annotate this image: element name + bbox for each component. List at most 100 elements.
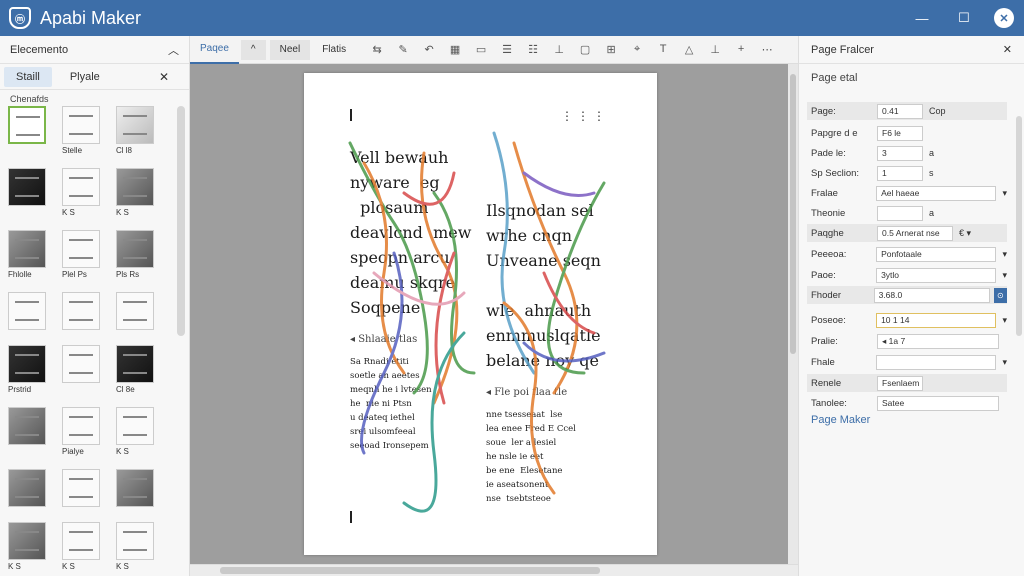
property-field[interactable]: Ael haeae — [876, 185, 997, 201]
toolbar-tool-icon[interactable]: ⊥ — [708, 43, 722, 56]
thumbnail-image — [62, 168, 100, 206]
element-thumbnail[interactable]: Stelle — [62, 106, 102, 160]
element-thumbnail[interactable] — [8, 469, 48, 514]
element-thumbnail[interactable]: K S — [62, 168, 102, 222]
close-icon[interactable]: ✕ — [159, 70, 169, 84]
thumbnail-image — [8, 407, 46, 445]
toolbar-tool-icon[interactable]: ↶ — [422, 43, 436, 56]
thumbnail-graphic — [123, 301, 147, 321]
document-page[interactable]: ⋮⋮⋮ Vell bewauh nyware eg plosaum deavlc… — [304, 73, 657, 555]
page-frame-scrollbar[interactable] — [1016, 116, 1022, 336]
close-icon[interactable]: ✕ — [994, 8, 1014, 28]
property-label: Theonie — [811, 207, 846, 219]
property-unit[interactable]: ▾ — [1002, 188, 1007, 199]
property-field[interactable]: 0.5 Arnerat nse — [877, 225, 953, 241]
property-field[interactable]: 3.68.0 — [873, 287, 990, 303]
document-canvas[interactable]: ⋮⋮⋮ Vell bewauh nyware eg plosaum deavlc… — [190, 64, 798, 564]
property-field[interactable]: Fsenlaem — [877, 375, 923, 391]
property-field[interactable]: 3 — [877, 145, 923, 161]
property-field[interactable]: ◂ 1a 7 — [877, 333, 999, 349]
toolbar-tool-icon[interactable]: ⇆ — [370, 43, 384, 56]
title-bar: ⓜ Apabi Maker — ☐ ✕ — [0, 0, 1024, 36]
tab-flatis[interactable]: Flatis — [312, 36, 356, 64]
elements-scrollbar[interactable] — [177, 106, 185, 336]
toolbar-tool-icon[interactable]: ⋯ — [760, 43, 774, 56]
property-field[interactable]: F6 le — [877, 125, 923, 141]
tab-page[interactable]: Paqee — [190, 36, 239, 64]
element-thumbnail[interactable]: Pialye — [62, 407, 102, 461]
toolbar-tool-icon[interactable]: △ — [682, 43, 696, 56]
element-thumbnail[interactable]: Cl l8 — [116, 106, 156, 160]
toolbar-tool-icon[interactable]: ⊞ — [604, 43, 618, 56]
element-thumbnail[interactable] — [8, 407, 48, 461]
property-unit[interactable]: ▾ — [1002, 249, 1007, 260]
property-label: Tanolee: — [811, 397, 847, 409]
property-field[interactable] — [876, 354, 997, 370]
toolbar-tool-icon[interactable]: ▭ — [474, 43, 488, 56]
property-field[interactable]: 1 — [877, 165, 923, 181]
canvas-vertical-scroll-thumb[interactable] — [790, 74, 796, 354]
element-thumbnail[interactable]: Prstrid — [8, 345, 48, 399]
thumbnail-image — [62, 522, 100, 560]
maximize-icon[interactable]: ☐ — [952, 6, 976, 30]
toolbar-tool-icon[interactable]: ☰ — [500, 43, 514, 56]
element-thumbnail[interactable]: Fhlolle — [8, 230, 48, 284]
toolbar-tool-icon[interactable]: ⌖ — [630, 43, 644, 56]
element-thumbnail[interactable] — [8, 168, 48, 222]
property-label: Pade le: — [811, 147, 846, 159]
tab-up[interactable]: ^ — [240, 39, 266, 60]
property-field[interactable]: 10 1 14 — [876, 312, 997, 328]
property-row: Paoe: 3ytlo ▾ — [807, 266, 1007, 284]
property-unit[interactable]: ▾ — [1002, 270, 1007, 281]
thumbnail-graphic — [123, 239, 147, 259]
element-thumbnail[interactable] — [8, 292, 48, 337]
thumbnail-caption: Prstrid — [8, 385, 32, 394]
property-field[interactable]: 0.41 — [877, 103, 923, 119]
property-unit[interactable]: ▾ — [1002, 357, 1007, 368]
element-thumbnail[interactable]: Pls Rs — [116, 230, 156, 284]
tab-plyale[interactable]: Plyale — [58, 67, 112, 87]
canvas-horizontal-scrollbar[interactable] — [190, 564, 798, 576]
chevron-up-icon[interactable]: ︿ — [168, 42, 179, 58]
canvas-horizontal-scroll-thumb[interactable] — [220, 567, 600, 574]
toolbar-tool-icon[interactable]: ▦ — [448, 43, 462, 56]
minimize-icon[interactable]: — — [910, 6, 934, 30]
element-thumbnail[interactable]: K S — [116, 522, 156, 576]
thumbnail-graphic — [69, 301, 93, 321]
tab-staill[interactable]: Staill — [4, 66, 52, 87]
element-thumbnail[interactable] — [62, 469, 102, 514]
toolbar-tool-icon[interactable]: ☷ — [526, 43, 540, 56]
property-field[interactable]: 3ytlo — [876, 267, 997, 283]
thumbnail-grid: Stelle Cl l8 K S K S Fhlolle Plel Ps Pls Rs Prs… — [8, 106, 168, 576]
element-thumbnail[interactable]: K S — [116, 168, 156, 222]
element-thumbnail[interactable] — [8, 106, 48, 160]
property-label: Papgre d e — [811, 127, 858, 139]
toolbar-tool-icon[interactable]: + — [734, 43, 748, 56]
tab-neel[interactable]: Neel — [269, 39, 311, 60]
element-thumbnail[interactable]: K S — [116, 407, 156, 461]
thumbnail-graphic — [123, 478, 147, 498]
page-maker-link[interactable]: Page Maker — [811, 414, 870, 426]
toolbar-tool-icon[interactable]: ✎ — [396, 43, 410, 56]
property-unit[interactable]: € ▾ — [959, 228, 971, 239]
close-icon[interactable]: ✕ — [1003, 43, 1012, 56]
element-thumbnail[interactable] — [116, 292, 156, 337]
element-thumbnail[interactable]: K S — [62, 522, 102, 576]
toolbar-tool-icon[interactable]: T — [656, 43, 670, 56]
element-thumbnail[interactable] — [116, 469, 156, 514]
element-thumbnail[interactable]: Cl 8e — [116, 345, 156, 399]
canvas-vertical-scrollbar[interactable] — [788, 64, 798, 564]
element-thumbnail[interactable] — [62, 345, 102, 399]
element-thumbnail[interactable]: Plel Ps — [62, 230, 102, 284]
element-thumbnail[interactable]: K S — [8, 522, 48, 576]
picker-button[interactable]: ⊙ — [993, 287, 1007, 303]
property-row: Pade le: 3 a — [807, 144, 1007, 162]
element-thumbnail[interactable] — [62, 292, 102, 337]
toolbar-tool-icon[interactable]: ⊥ — [552, 43, 566, 56]
property-unit[interactable]: ▾ — [1002, 315, 1007, 326]
property-row: Pralie: ◂ 1a 7 — [807, 332, 1007, 350]
property-field[interactable] — [877, 205, 923, 221]
property-field[interactable]: Ponfotaale — [876, 246, 997, 262]
property-field[interactable]: Satee — [877, 395, 999, 411]
toolbar-tool-icon[interactable]: ▢ — [578, 43, 592, 56]
